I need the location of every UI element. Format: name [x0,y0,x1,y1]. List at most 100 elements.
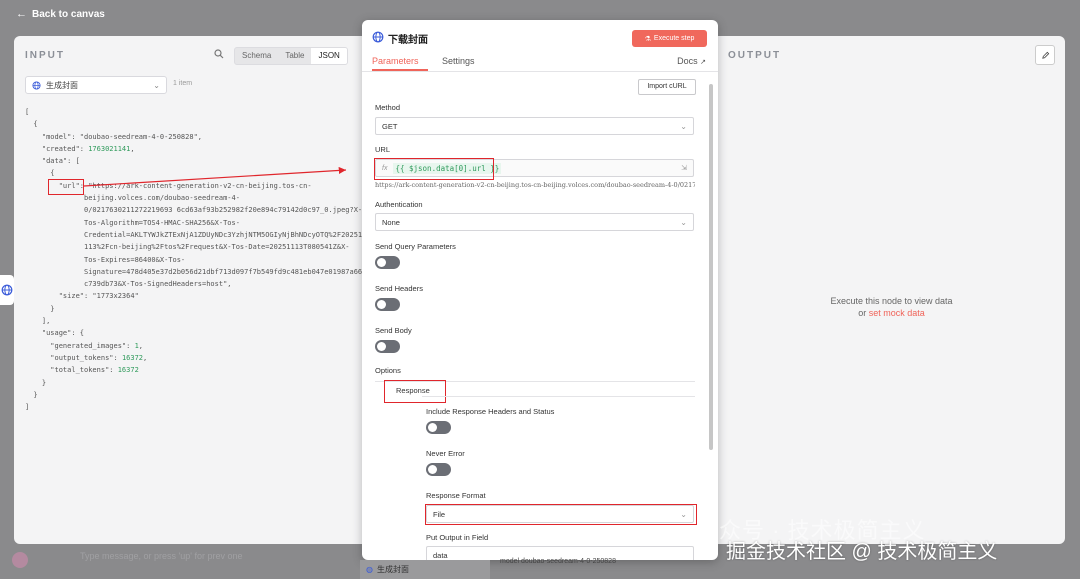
json-line: "model": "doubao-seedream-4-0-250828", [25,132,203,141]
docs-link[interactable]: Docs ↗ [677,56,706,66]
json-line: Tos-Algorithm=TOS4-HMAC-SHA256&X-Tos- [25,218,240,227]
json-line: Tos-Expires=86400&X-Tos- [25,255,186,264]
json-line: ], [25,317,51,326]
arrow-left-icon: ← [16,8,27,20]
tab-json[interactable]: JSON [311,48,347,64]
output-panel: OUTPUT Execute this node to view data or… [718,36,1065,544]
items-count: 1 item [173,80,193,87]
globe-icon [1,284,13,296]
never-error-toggle[interactable] [426,463,451,476]
input-panel: INPUT Schema Table JSON 生成封面 ⌄ 1 item [ … [14,36,370,544]
bottom-node-label: 生成封面 [376,565,409,574]
output-msg-or: or [858,308,867,318]
tab-schema[interactable]: Schema [235,48,278,64]
globe-icon [372,31,384,43]
import-curl-button[interactable]: Import cURL [638,79,696,95]
tab-table[interactable]: Table [278,48,311,64]
expand-icon[interactable]: ⇲ [681,164,687,172]
response-format-highlight [425,504,697,525]
bottom-data-row: model doubao-seedream-4-0-250828 [500,558,616,565]
include-headers-toggle[interactable] [426,421,451,434]
docs-label: Docs [677,56,698,66]
execute-step-button[interactable]: ⚗ Execute step [632,30,707,47]
set-mock-data-link[interactable]: set mock data [869,308,925,318]
bottom-node-tab[interactable]: ◍ 生成封面 [360,560,490,579]
output-msg-line1: Execute this node to view data [830,296,953,306]
node-title[interactable]: 下载封面 [388,31,428,46]
url-field-highlight [374,158,494,180]
input-node-name: 生成封面 [46,80,78,90]
node-tabs: Parameters Settings Docs ↗ [362,54,718,72]
globe-icon [32,80,41,90]
chat-input[interactable]: Type message, or press 'up' for prev one [80,551,243,561]
send-headers-toggle[interactable] [375,298,400,311]
node-settings-panel: 下载封面 ⚗ Execute step Parameters Settings … [362,20,718,560]
search-icon[interactable] [214,49,224,59]
method-label: Method [375,103,401,112]
include-headers-label: Include Response Headers and Status [426,407,555,416]
authentication-label: Authentication [375,200,423,209]
options-label: Options [375,366,401,375]
json-line: } [25,304,55,313]
chevron-down-icon: ⌄ [680,217,687,227]
output-empty-message: Execute this node to view data or set mo… [718,295,1065,319]
send-body-label: Send Body [375,326,412,335]
json-line: { [25,120,38,129]
url-preview: https://ark-content-generation-v2-cn-bei… [375,181,695,189]
send-query-toggle[interactable] [375,256,400,269]
send-query-label: Send Query Parameters [375,242,456,251]
chevron-down-icon: ⌄ [153,80,160,90]
json-line: "total_tokens": 16372 [25,366,139,375]
tab-parameters[interactable]: Parameters [372,56,419,66]
json-line: "usage": { [25,329,85,338]
json-line: ] [25,403,30,412]
watermark-juejin: 掘金技术社区 @ 技术极简主义 [726,541,998,563]
execute-label: Execute step [653,35,695,42]
globe-icon: ◍ [366,565,373,574]
authentication-select[interactable]: None ⌄ [375,213,694,231]
method-value: GET [382,121,398,131]
active-tab-indicator [372,69,428,71]
chevron-down-icon: ⌄ [680,121,687,131]
response-divider [422,396,695,397]
avatar [12,552,28,568]
scrollbar[interactable] [709,84,713,450]
json-line: 0/0217630211272219693 6cd63af93b252982f2… [25,206,363,215]
authentication-value: None [382,217,400,227]
left-node-handle[interactable] [0,275,14,305]
send-body-toggle[interactable] [375,340,400,353]
external-link-icon: ↗ [700,59,706,66]
url-key-highlight [48,179,84,195]
json-line: { [25,169,55,178]
input-node-select[interactable]: 生成封面 ⌄ [25,76,167,94]
never-error-label: Never Error [426,449,465,458]
tab-settings[interactable]: Settings [442,56,475,66]
url-label: URL [375,145,391,154]
method-select[interactable]: GET ⌄ [375,117,694,135]
json-line: [ [25,108,30,116]
response-format-label: Response Format [426,491,486,500]
json-line: "output_tokens": 16372, [25,353,148,362]
edit-output-button[interactable] [1035,45,1055,65]
response-highlight [384,380,446,403]
output-title: OUTPUT [728,50,782,61]
put-output-label: Put Output in Field [426,533,489,542]
json-line: c739db73&X-Tos-SignedHeaders=host", [25,280,232,289]
json-line: "generated_images": 1, [25,341,144,350]
pencil-icon [1041,51,1049,59]
json-view: [ { "model": "doubao-seedream-4-0-250828… [25,106,370,413]
put-output-value: data [433,550,448,560]
json-line: "data": [ [25,157,80,166]
view-mode-tabs: Schema Table JSON [234,47,348,65]
back-label: Back to canvas [32,8,105,20]
json-line: 113%2Fcn-beijing%2Ftos%2Frequest&X-Tos-D… [25,243,350,252]
json-line: Signature=478d405e37d2b056d21dbf713d097f… [25,267,363,276]
json-line: "created": 1763021141, [25,144,135,153]
back-to-canvas-button[interactable]: ← Back to canvas [16,8,105,20]
flask-icon: ⚗ [644,35,651,43]
json-line: Credential=AKLTYWJkZTExNjA1ZDUyNDc3YzhjN… [25,230,363,239]
input-title: INPUT [25,50,65,61]
json-line: } [25,378,47,387]
json-line: "size": "1773x2364" [25,292,139,301]
send-headers-label: Send Headers [375,284,423,293]
